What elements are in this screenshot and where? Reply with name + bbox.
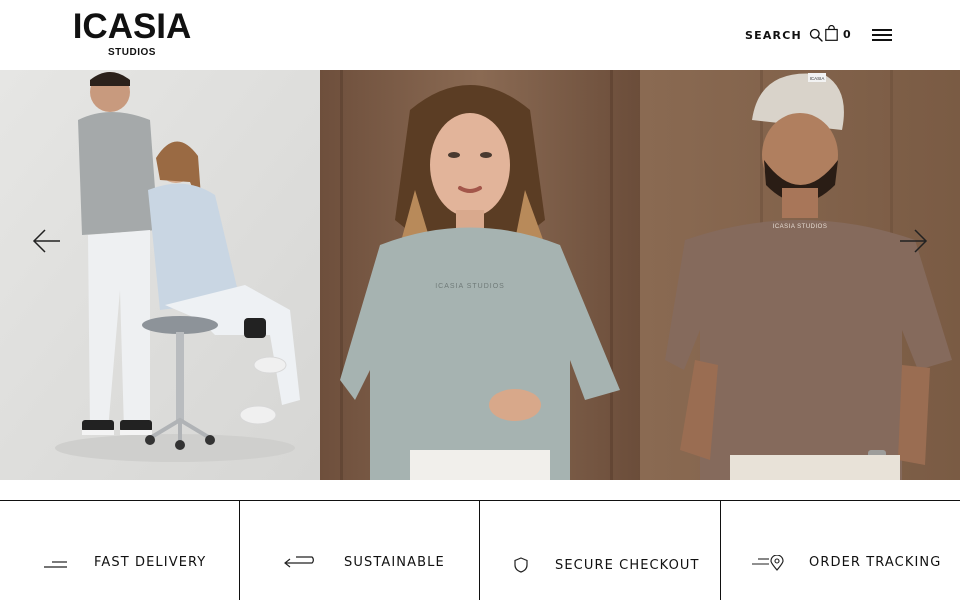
hero-slide-2[interactable]: ICASIA STUDIOS [320,70,640,480]
hero-slider: ICASIA STUDIOS ICASIA ICASIA STUDIOS [0,70,960,480]
beanie-tag-text: ICASIA [810,76,825,81]
hamburger-menu-icon[interactable] [872,29,892,42]
feature-label: SECURE CHECKOUT [555,558,700,573]
slider-next-button[interactable] [898,228,928,254]
logo[interactable]: ICASIA STUDIOS [70,7,194,59]
location-pin-icon [752,554,784,576]
shirt-print: ICASIA STUDIOS [435,283,505,290]
hero-slide-3[interactable]: ICASIA ICASIA STUDIOS [640,70,960,480]
shield-icon [514,557,528,578]
search-button[interactable]: SEARCH [745,28,823,42]
feature-fast-delivery: FAST DELIVERY [0,501,240,600]
search-icon [809,28,823,42]
arrow-right-icon [900,229,928,253]
delivery-lines-icon [44,557,68,575]
arrow-left-icon [32,229,60,253]
slider-prev-button[interactable] [32,228,62,254]
cart-button[interactable]: 0 [825,24,851,41]
feature-label: SUSTAINABLE [344,555,445,570]
feature-sustainable: SUSTAINABLE [240,501,480,600]
return-arrow-icon [282,556,318,575]
logo-wordmark: ICASIA [72,7,192,46]
hero-image-man-brown-tee: ICASIA ICASIA STUDIOS [640,70,960,480]
cart-count: 0 [843,28,851,41]
feature-secure-checkout: SECURE CHECKOUT [480,501,721,600]
site-header: ICASIA STUDIOS SEARCH 0 [0,0,960,70]
hero-image-woman-sage-tee: ICASIA STUDIOS [320,70,640,480]
feature-order-tracking: ORDER TRACKING [721,501,960,600]
shirt-print: ICASIA STUDIOS [773,224,828,230]
logo-subtitle: STUDIOS [108,47,156,58]
search-label: SEARCH [745,28,802,42]
shopping-bag-icon [825,24,838,41]
hero-image-couple [0,70,320,480]
hero-slide-1[interactable] [0,70,320,480]
feature-label: ORDER TRACKING [809,555,942,570]
feature-label: FAST DELIVERY [94,555,207,570]
features-bar: FAST DELIVERY SUSTAINABLE SECURE CHECKOU… [0,500,960,600]
